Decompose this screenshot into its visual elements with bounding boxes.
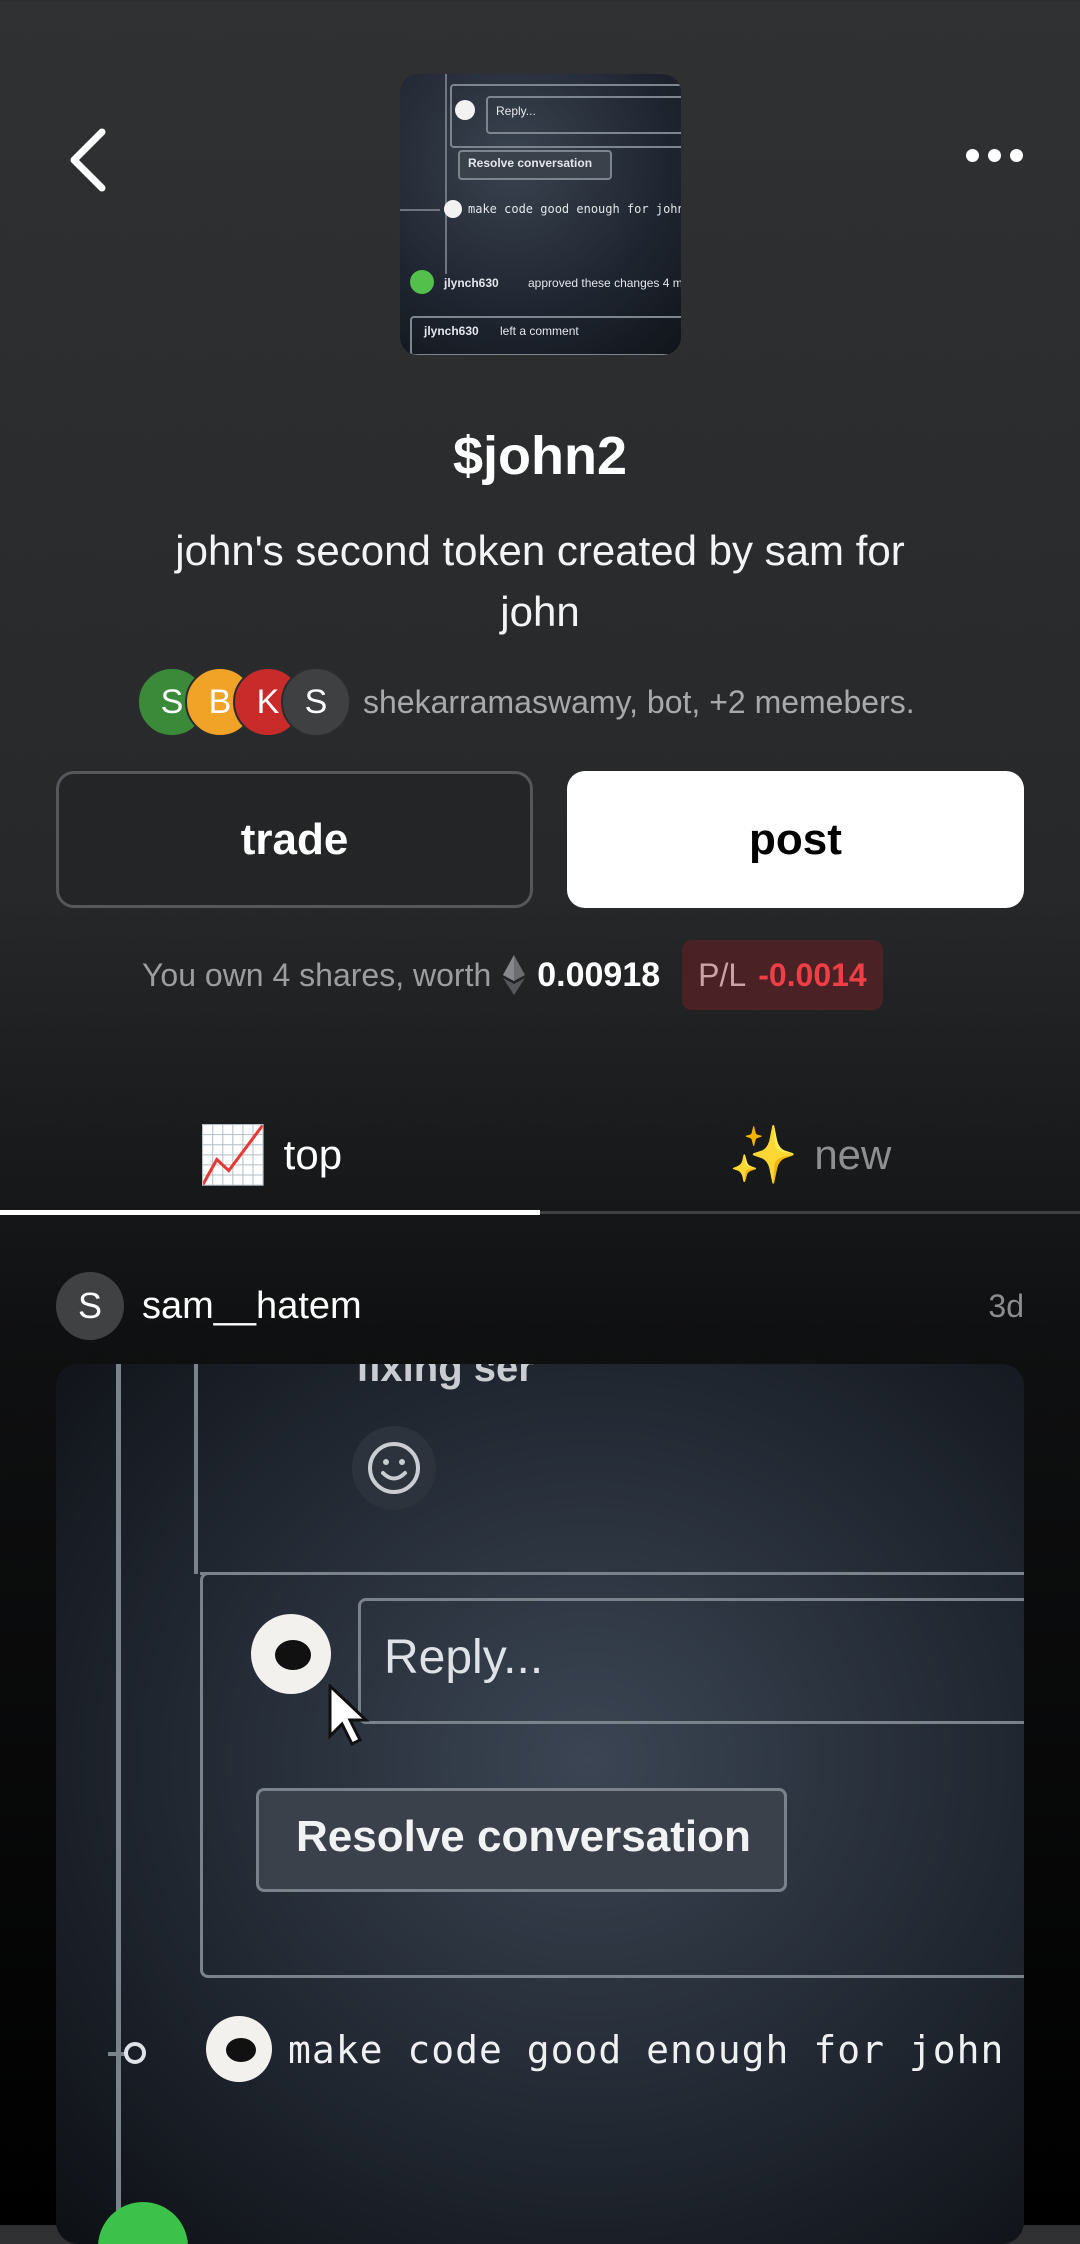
pl-label: P/L — [698, 956, 747, 993]
members-summary: shekarramaswamy, bot, +2 memebers. — [363, 683, 915, 720]
position-summary: You own 4 shares, worth 0.00918 P/L -0.0… — [142, 940, 883, 1010]
post-image-reply-text: Reply... — [384, 1631, 544, 1684]
thumb-comment-text: left a comment — [500, 324, 579, 338]
post-username[interactable]: sam__hatem — [142, 1285, 362, 1328]
user-avatar-icon — [206, 2016, 272, 2082]
post-image-resolve-text: Resolve conversation — [296, 1812, 751, 1861]
post-header: S sam__hatem 3d — [56, 1272, 1024, 1340]
post-timestamp: 3d — [988, 1287, 1024, 1324]
tab-new-label: new — [814, 1131, 892, 1178]
token-description: john's second token created by sam for j… — [175, 527, 905, 635]
active-tab-indicator — [0, 1210, 540, 1215]
thumb-resolve-text: Resolve conversation — [468, 156, 593, 170]
thumb-reply-text: Reply... — [496, 104, 536, 118]
post-image-commit-text: make code good enough for john — [288, 2028, 1005, 2072]
pl-badge: P/L -0.0014 — [682, 940, 883, 1010]
chevron-left-icon — [70, 128, 106, 192]
sparkles-icon: ✨ — [728, 1123, 799, 1186]
avatar: S — [281, 667, 351, 737]
feed-tabs: 📈 top ✨ new — [0, 1100, 1080, 1216]
thumb-comment-user: jlynch630 — [424, 324, 479, 338]
thumb-commit-text: make code good enough for john — [468, 202, 681, 216]
token-title: $john2 — [452, 426, 628, 486]
more-options-button[interactable] — [960, 135, 1030, 175]
back-button[interactable] — [60, 120, 120, 200]
members-row[interactable]: S B K S shekarramaswamy, bot, +2 memeber… — [137, 667, 915, 737]
tab-new[interactable]: ✨ new — [540, 1100, 1080, 1210]
token-image: Reply... Resolve conversation make code … — [400, 74, 681, 355]
commit-dot-icon — [124, 2042, 146, 2064]
thumb-approved-text: approved these changes 4 mi — [528, 276, 681, 290]
tab-top-label: top — [283, 1131, 343, 1178]
approved-check-icon — [98, 2202, 188, 2244]
cursor-icon — [328, 1684, 370, 1747]
position-value: 0.00918 — [537, 955, 661, 994]
avatar[interactable]: S — [56, 1272, 124, 1340]
tab-top[interactable]: 📈 top — [0, 1100, 540, 1210]
user-avatar-icon — [251, 1614, 331, 1694]
chart-increasing-icon: 📈 — [197, 1123, 268, 1186]
position-text: You own 4 shares, worth — [142, 956, 492, 993]
trade-button[interactable]: trade — [56, 771, 533, 908]
pl-value: -0.0014 — [758, 956, 867, 993]
post-image[interactable]: fixing ser Reply... Resolve conversation… — [56, 1364, 1024, 2244]
ethereum-icon — [503, 955, 526, 995]
member-avatars: S B K S — [137, 667, 355, 737]
post-button[interactable]: post — [567, 771, 1024, 908]
tab-divider — [540, 1211, 1080, 1214]
post-image-top-text: fixing ser — [356, 1364, 534, 1390]
smiley-icon — [352, 1426, 436, 1510]
thumb-approved-user: jlynch630 — [444, 276, 499, 290]
